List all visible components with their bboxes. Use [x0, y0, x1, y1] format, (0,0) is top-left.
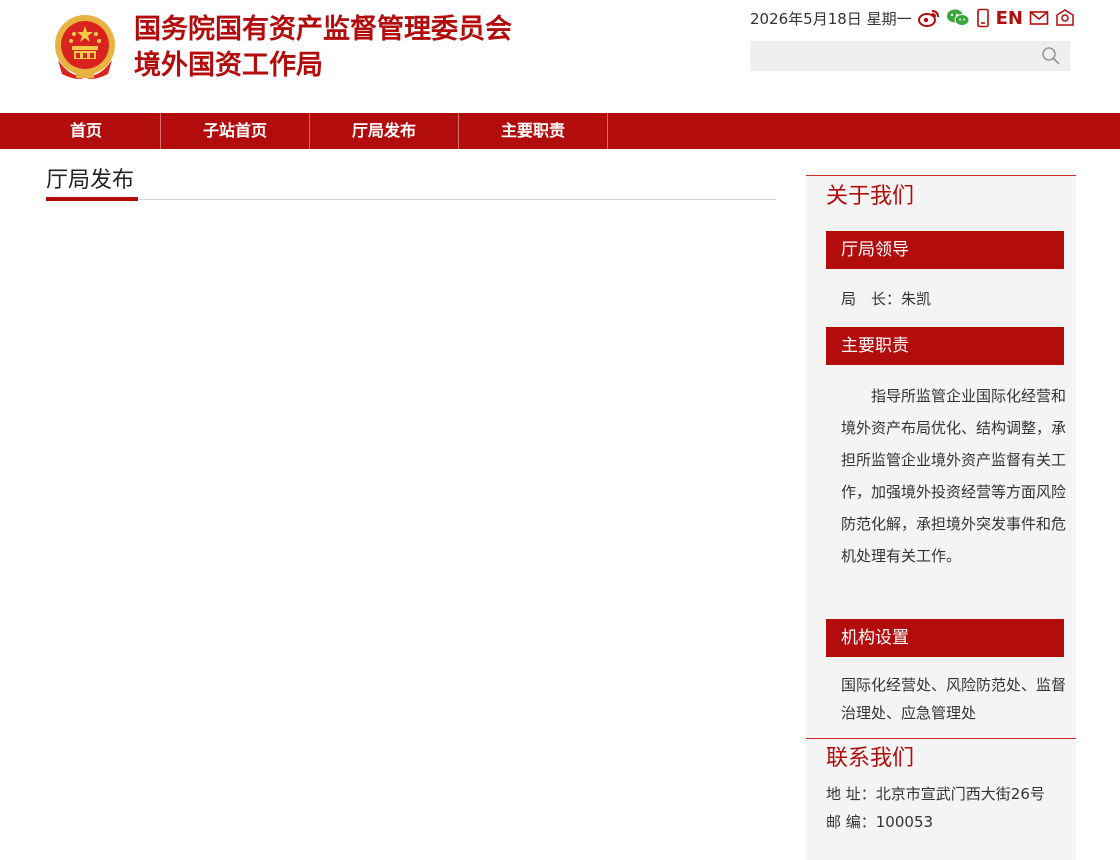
- feedback-icon[interactable]: [1055, 7, 1075, 29]
- about-heading: 关于我们: [826, 184, 915, 209]
- section-title: 厅局发布: [46, 168, 135, 193]
- section-title-underline: [46, 197, 138, 201]
- search-box: [750, 41, 1070, 71]
- nav-item-home[interactable]: 首页: [12, 113, 161, 149]
- mail-icon[interactable]: [1029, 7, 1049, 29]
- weibo-icon[interactable]: [917, 7, 940, 29]
- site-title[interactable]: 国务院国有资产监督管理委员会 境外国资工作局: [134, 12, 512, 84]
- wechat-icon[interactable]: [946, 7, 970, 29]
- org-heading[interactable]: 机构设置: [826, 619, 1064, 657]
- site-title-line2: 境外国资工作局: [134, 50, 323, 81]
- contact-heading: 联系我们: [826, 746, 915, 771]
- contact-postcode: 邮 编：100053: [826, 813, 934, 831]
- duties-heading[interactable]: 主要职责: [826, 327, 1064, 365]
- contact-address: 地 址：北京市宣武门西大街26号: [826, 785, 1045, 803]
- mobile-icon[interactable]: [976, 7, 990, 29]
- org-text: 国际化经营处、风险防范处、监督治理处、应急管理处: [841, 676, 1067, 722]
- site-title-line1: 国务院国有资产监督管理委员会: [134, 14, 512, 45]
- nav-item-subsite-home[interactable]: 子站首页: [161, 113, 310, 149]
- sidebar-divider: [806, 738, 1076, 739]
- sidebar: 关于我们 厅局领导 局 长：朱凯 主要职责 指导所监管企业国际化经营和境外资产布…: [806, 175, 1076, 860]
- leader-text: 局 长：朱凯: [841, 290, 932, 308]
- top-bar: 2026年5月18日 星期一 EN: [750, 6, 1075, 30]
- search-input[interactable]: [750, 41, 1030, 71]
- date-text: 2026年5月18日 星期一: [750, 9, 912, 28]
- main-nav: 首页 子站首页 厅局发布 主要职责: [0, 113, 1120, 149]
- nav-item-bureau-releases[interactable]: 厅局发布: [310, 113, 459, 149]
- search-icon[interactable]: [1040, 46, 1062, 66]
- site-header: 国务院国有资产监督管理委员会 境外国资工作局 2026年5月18日 星期一 EN: [0, 0, 1120, 113]
- section-title-divider: [46, 199, 776, 200]
- national-emblem-icon[interactable]: [52, 14, 118, 82]
- duties-text: 指导所监管企业国际化经营和境外资产布局优化、结构调整，承担所监管企业境外资产监督…: [841, 387, 1067, 565]
- leaders-heading[interactable]: 厅局领导: [826, 231, 1064, 269]
- nav-item-main-duties[interactable]: 主要职责: [459, 113, 608, 149]
- english-link[interactable]: EN: [996, 8, 1023, 29]
